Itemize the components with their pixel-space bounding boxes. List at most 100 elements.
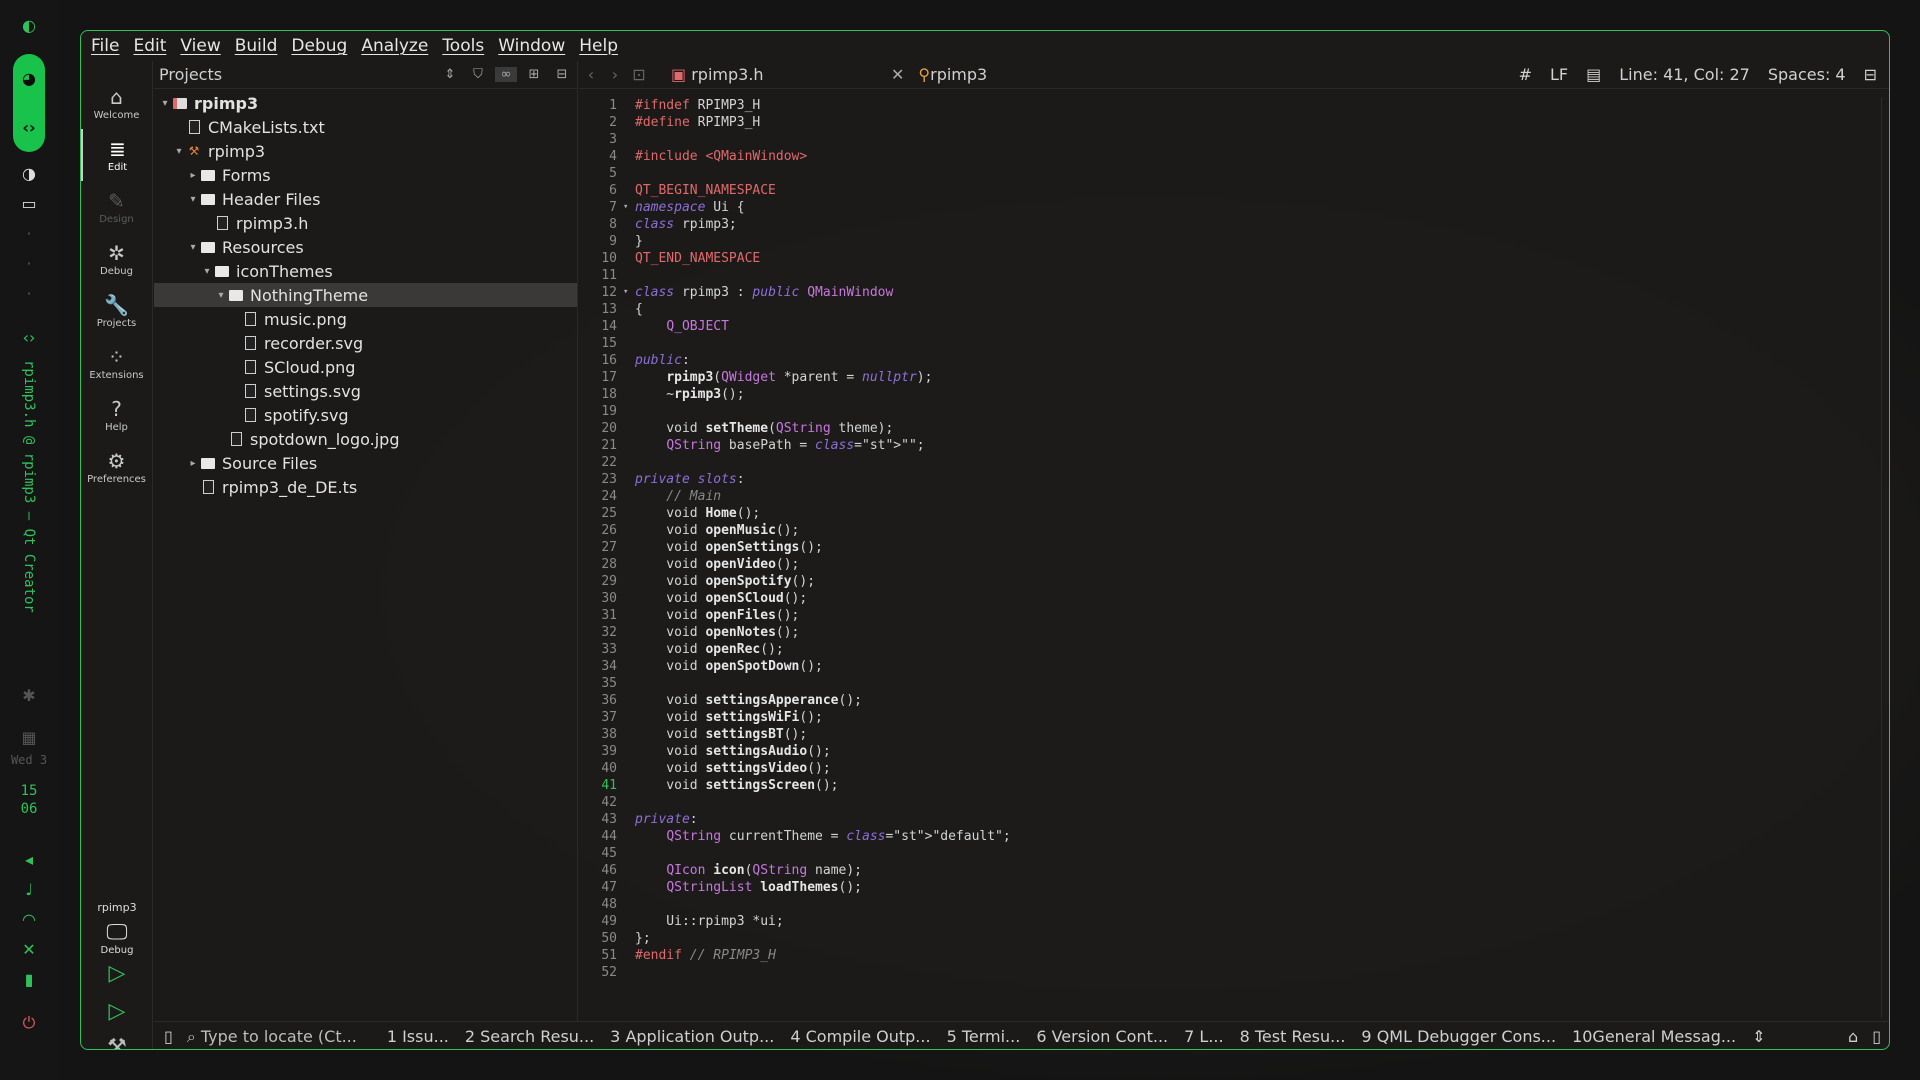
kit-selector[interactable]: rpimp3 🖵 Debug <box>81 901 153 956</box>
code-line: #endif // RPIMP3_H <box>635 948 776 963</box>
expand-arrow-icon[interactable]: ▸ <box>186 458 200 469</box>
output-pane-tab[interactable]: 8 Test Resu... <box>1240 1027 1346 1046</box>
tree-item[interactable]: ▾ ⚒ rpimp3 <box>154 139 577 163</box>
tree-item[interactable]: ▾ NothingTheme <box>154 283 577 307</box>
menu-debug[interactable]: Debug <box>291 36 347 56</box>
active-workspace-pill[interactable]: ◕ ‹› <box>13 54 45 152</box>
tree-item[interactable]: ▾ Resources <box>154 235 577 259</box>
output-pane-tab[interactable]: 6 Version Cont... <box>1036 1027 1168 1046</box>
line-number: 28 <box>601 557 617 572</box>
mode-edit[interactable]: ≣ Edit <box>81 129 152 181</box>
microphone-icon[interactable]: ♩ <box>12 874 46 904</box>
menu-file[interactable]: File <box>91 36 119 56</box>
lock-icon[interactable]: ⊡ <box>627 65 651 84</box>
app-logo-icon[interactable]: ◐ <box>12 10 46 40</box>
locator-input[interactable]: ⌕ Type to locate (Ct... <box>187 1027 377 1047</box>
tree-item[interactable]: spotdown_logo.jpg <box>154 427 577 451</box>
menu-edit[interactable]: Edit <box>133 36 166 56</box>
tree-item[interactable]: music.png <box>154 307 577 331</box>
output-pane-tab[interactable]: 2 Search Resu... <box>465 1027 594 1046</box>
tree-item[interactable]: spotify.svg <box>154 403 577 427</box>
progress-icon[interactable]: ⌂ <box>1848 1027 1858 1046</box>
battery-icon[interactable]: ▮ <box>12 964 46 994</box>
forward-icon[interactable]: › <box>603 65 627 84</box>
wifi-icon[interactable]: ◠ <box>12 904 46 934</box>
close-document-icon[interactable]: ✕ <box>891 65 904 84</box>
build-icon: ⚒ <box>188 144 200 158</box>
tree-item[interactable]: rpimp3_de_DE.ts <box>154 475 577 499</box>
tree-item[interactable]: CMakeLists.txt <box>154 115 577 139</box>
menu-help[interactable]: Help <box>579 36 618 56</box>
workspace-app-icon[interactable]: ◑ <box>12 158 46 188</box>
mode-help[interactable]: ? Help <box>81 389 152 441</box>
tree-item[interactable]: ▾ iconThemes <box>154 259 577 283</box>
output-pane-tab[interactable]: 7 L... <box>1184 1027 1223 1046</box>
mode-debug[interactable]: ✲ Debug <box>81 233 152 285</box>
menu-build[interactable]: Build <box>235 36 278 56</box>
fold-marker-icon[interactable]: ▾ <box>623 284 628 301</box>
updown-icon[interactable]: ⇕ <box>439 67 461 82</box>
workspace-dot[interactable]: · <box>12 278 46 308</box>
workspace-dot[interactable]: · <box>12 248 46 278</box>
cursor-position[interactable]: Line: 41, Col: 27 <box>1619 65 1750 84</box>
run-button[interactable]: ▷ <box>103 961 131 989</box>
output-pane-tab[interactable]: 3 Application Outp... <box>610 1027 774 1046</box>
tree-item[interactable]: SCloud.png <box>154 355 577 379</box>
expand-arrow-icon[interactable]: ▾ <box>186 194 200 205</box>
calendar-icon[interactable]: ▦ <box>12 722 46 752</box>
bluetooth-off-icon[interactable]: ✕ <box>12 934 46 964</box>
expand-arrow-icon[interactable]: ▾ <box>186 242 200 253</box>
open-documents-selector[interactable]: ▣ rpimp3.h <box>671 65 891 84</box>
indentation-setting[interactable]: Spaces: 4 <box>1768 65 1846 84</box>
tree-item[interactable]: ▸ Source Files <box>154 451 577 475</box>
hash-button[interactable]: # <box>1519 65 1532 84</box>
tree-item[interactable]: ▾ Header Files <box>154 187 577 211</box>
volume-icon[interactable]: ◂ <box>12 844 46 874</box>
output-pane-tab[interactable]: 10General Messag... <box>1572 1027 1736 1046</box>
debug-run-button[interactable]: ▷ <box>103 999 131 1027</box>
expand-arrow-icon[interactable]: ▸ <box>186 170 200 181</box>
menu-view[interactable]: View <box>180 36 220 56</box>
tree-item[interactable]: ▸ Forms <box>154 163 577 187</box>
bluetooth-icon[interactable]: ✱ <box>12 680 46 710</box>
terminal-icon[interactable]: ▭ <box>12 188 46 218</box>
output-pane-tab[interactable]: 5 Termi... <box>947 1027 1021 1046</box>
toggle-sidebar-icon[interactable]: ▯ <box>164 1027 173 1046</box>
fold-marker-icon[interactable]: ▾ <box>623 199 628 216</box>
expand-arrow-icon[interactable]: ▾ <box>158 98 172 109</box>
menu-window[interactable]: Window <box>498 36 565 56</box>
build-button[interactable]: ⚒ <box>103 1035 131 1049</box>
line-ending-button[interactable]: LF <box>1550 65 1568 84</box>
output-pane-tab[interactable]: 1 Issu... <box>387 1027 449 1046</box>
split-icon[interactable]: ⊞ <box>523 67 545 82</box>
expand-arrow-icon[interactable]: ▾ <box>172 146 186 157</box>
mode-projects[interactable]: 🔧 Projects <box>81 285 152 337</box>
mode-extensions[interactable]: ⁘ Extensions <box>81 337 152 389</box>
projects-view-selector[interactable]: Projects <box>159 65 222 84</box>
output-pane-tab[interactable]: 9 QML Debugger Cons... <box>1361 1027 1556 1046</box>
toggle-right-sidebar-icon[interactable]: ▯ <box>1872 1027 1881 1046</box>
link-icon[interactable]: ∞ <box>495 67 517 82</box>
tree-item[interactable]: settings.svg <box>154 379 577 403</box>
filter-icon[interactable]: ⛉ <box>467 67 489 82</box>
mode-preferences[interactable]: ⚙ Preferences <box>81 441 152 493</box>
split-editor-icon[interactable]: ⊟ <box>1864 65 1877 84</box>
encoding-icon[interactable]: ▤ <box>1586 65 1601 84</box>
mode-welcome[interactable]: ⌂ Welcome <box>81 77 152 129</box>
more-panes-icon[interactable]: ⇕ <box>1752 1027 1765 1046</box>
close-panel-icon[interactable]: ⊟ <box>551 67 573 82</box>
menu-tools[interactable]: Tools <box>442 36 484 56</box>
output-pane-tab[interactable]: 4 Compile Outp... <box>790 1027 930 1046</box>
vertical-scrollbar[interactable] <box>1881 97 1889 1017</box>
mode-design[interactable]: ✎ Design <box>81 181 152 233</box>
tree-item[interactable]: ▾ rpimp3 <box>154 91 577 115</box>
workspace-dot[interactable]: · <box>12 218 46 248</box>
tree-item[interactable]: recorder.svg <box>154 331 577 355</box>
expand-arrow-icon[interactable]: ▾ <box>200 266 214 277</box>
tree-item[interactable]: rpimp3.h <box>154 211 577 235</box>
back-icon[interactable]: ‹ <box>579 65 603 84</box>
power-icon[interactable]: ⏻ <box>12 1008 46 1038</box>
symbol-selector[interactable]: ⚲rpimp3 <box>918 65 1478 84</box>
menu-analyze[interactable]: Analyze <box>361 36 428 56</box>
expand-arrow-icon[interactable]: ▾ <box>214 290 228 301</box>
